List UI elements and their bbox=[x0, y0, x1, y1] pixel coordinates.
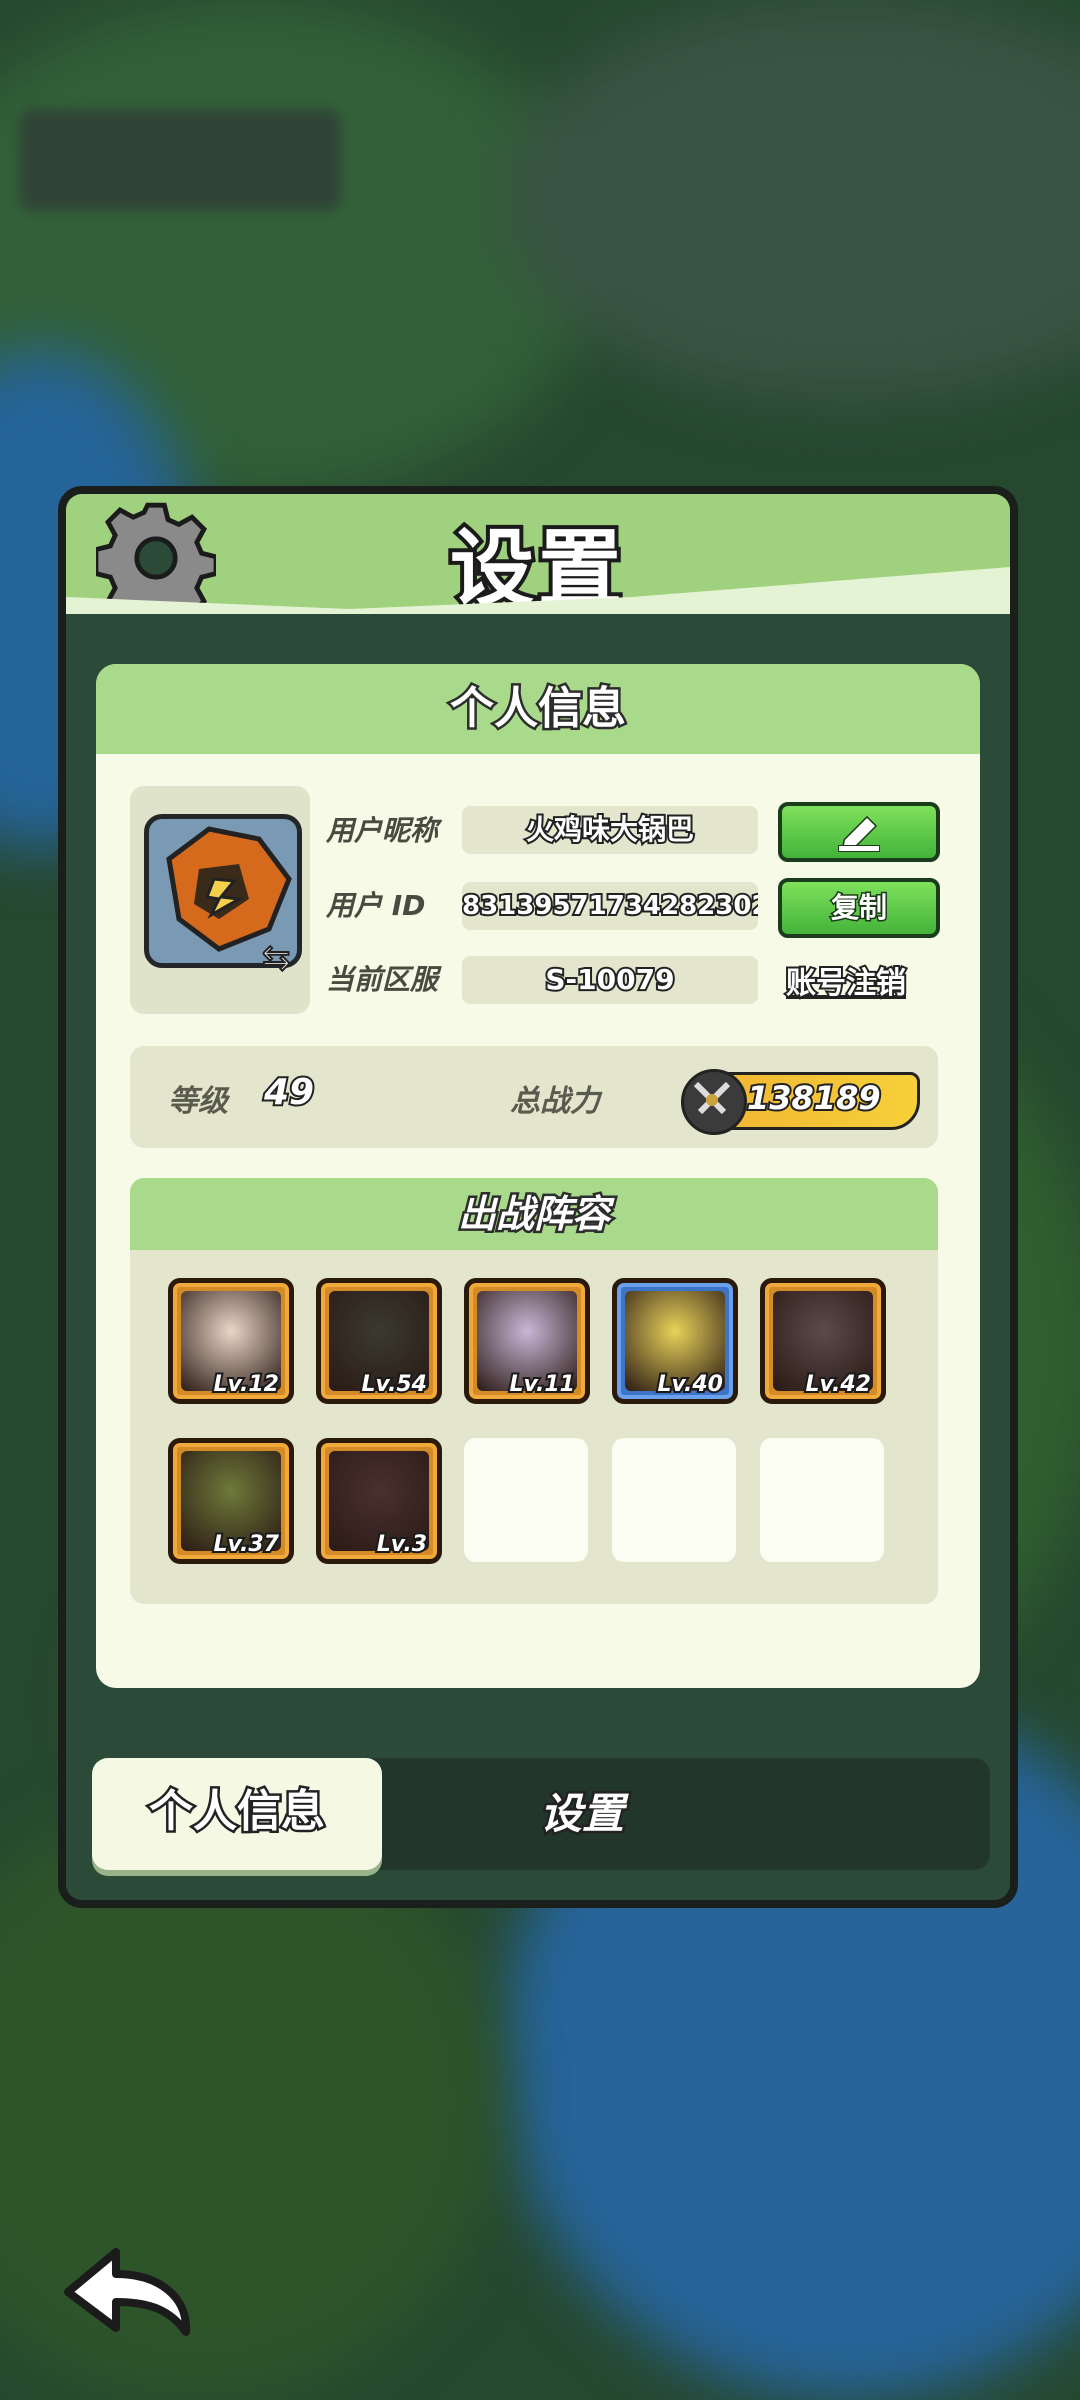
hero-slot[interactable]: Lv.11 bbox=[464, 1278, 590, 1404]
tab-settings[interactable]: 设置 bbox=[482, 1758, 682, 1870]
nickname-label: 用户昵称 bbox=[326, 814, 439, 847]
tab-personal-info[interactable]: 个人信息 bbox=[92, 1758, 382, 1870]
pencil-icon bbox=[838, 815, 880, 852]
power-value: 138189 bbox=[745, 1077, 883, 1119]
user-id-value: 8313957173428230​2 bbox=[462, 882, 758, 930]
hero-slot[interactable]: Lv.40 bbox=[612, 1278, 738, 1404]
server-label: 当前区服 bbox=[326, 963, 439, 996]
cancel-account-link[interactable]: 账号注销 bbox=[784, 958, 908, 1003]
level-power-row: 等级 49 总战力 138189 bbox=[130, 1046, 938, 1148]
power-badge: 138189 bbox=[681, 1069, 920, 1135]
hero-level: Lv.3 bbox=[375, 1530, 429, 1559]
copy-button[interactable]: 复制 bbox=[778, 878, 940, 938]
battle-lineup: 出战阵容 Lv.12 Lv.54 Lv.11 Lv.40 Lv.42 Lv.37 Lv.3 bbox=[130, 1178, 938, 1604]
level-value: 49 bbox=[262, 1070, 316, 1115]
hero-slot[interactable]: Lv.3 bbox=[316, 1438, 442, 1564]
swap-avatar-icon[interactable]: ⇆ bbox=[261, 937, 302, 979]
hero-slot[interactable]: Lv.37 bbox=[168, 1438, 294, 1564]
lineup-title: 出战阵容 bbox=[130, 1178, 938, 1250]
level-label: 等级 bbox=[168, 1084, 228, 1119]
avatar-box[interactable]: ⇆ bbox=[130, 786, 310, 1014]
edit-nickname-button[interactable] bbox=[778, 802, 940, 862]
personal-info-panel: 个人信息 ⇆ 用户昵称 火鸡味大锅巴 用户 ID 831395717342823… bbox=[96, 664, 980, 1688]
hero-level: Lv.11 bbox=[507, 1370, 577, 1399]
hero-level: Lv.37 bbox=[211, 1530, 281, 1559]
hero-slot[interactable]: Lv.54 bbox=[316, 1278, 442, 1404]
nickname-value: 火鸡味大锅巴 bbox=[462, 806, 758, 854]
dialog-header: 设置 bbox=[66, 494, 1010, 622]
bottom-tabs: 个人信息 设置 bbox=[92, 1758, 990, 1870]
power-label: 总战力 bbox=[510, 1084, 600, 1119]
hero-level: Lv.40 bbox=[655, 1370, 725, 1399]
server-value: S-10079 bbox=[462, 956, 758, 1004]
hero-slot[interactable]: Lv.12 bbox=[168, 1278, 294, 1404]
hero-level: Lv.42 bbox=[803, 1370, 873, 1399]
hero-level: Lv.12 bbox=[211, 1370, 281, 1399]
back-arrow-icon[interactable] bbox=[58, 2240, 198, 2340]
empty-hero-slot[interactable] bbox=[464, 1438, 588, 1562]
hero-slot[interactable]: Lv.42 bbox=[760, 1278, 886, 1404]
empty-hero-slot[interactable] bbox=[760, 1438, 884, 1562]
hero-level: Lv.54 bbox=[359, 1370, 429, 1399]
user-id-label: 用户 ID bbox=[326, 889, 426, 922]
section-title: 个人信息 bbox=[96, 664, 980, 754]
dialog-title: 设置 bbox=[446, 516, 626, 622]
swords-icon bbox=[681, 1069, 747, 1135]
empty-hero-slot[interactable] bbox=[612, 1438, 736, 1562]
